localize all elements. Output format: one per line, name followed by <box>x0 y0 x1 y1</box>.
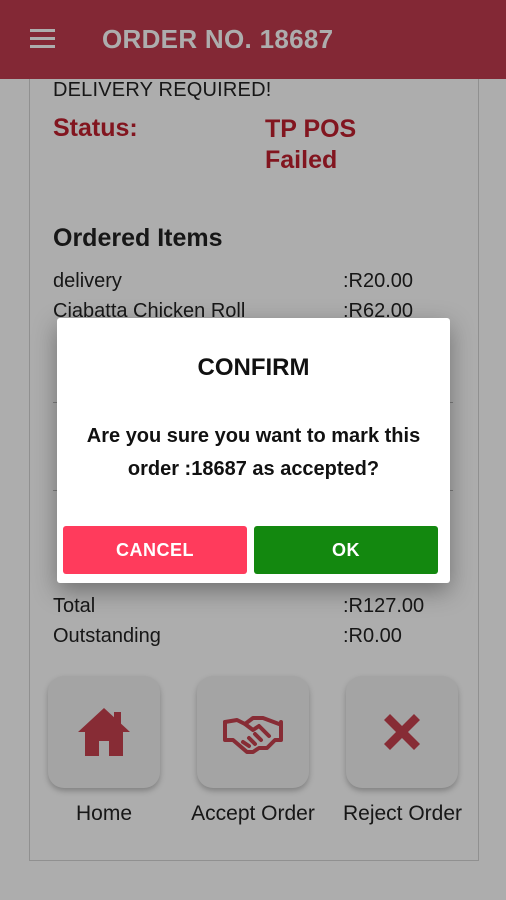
cancel-button[interactable]: CANCEL <box>63 526 247 574</box>
dialog-title: CONFIRM <box>197 354 310 381</box>
confirm-dialog: CONFIRM Are you sure you want to mark th… <box>57 318 450 583</box>
dialog-message: Are you sure you want to mark this order… <box>86 425 421 480</box>
ok-button[interactable]: OK <box>254 526 438 574</box>
